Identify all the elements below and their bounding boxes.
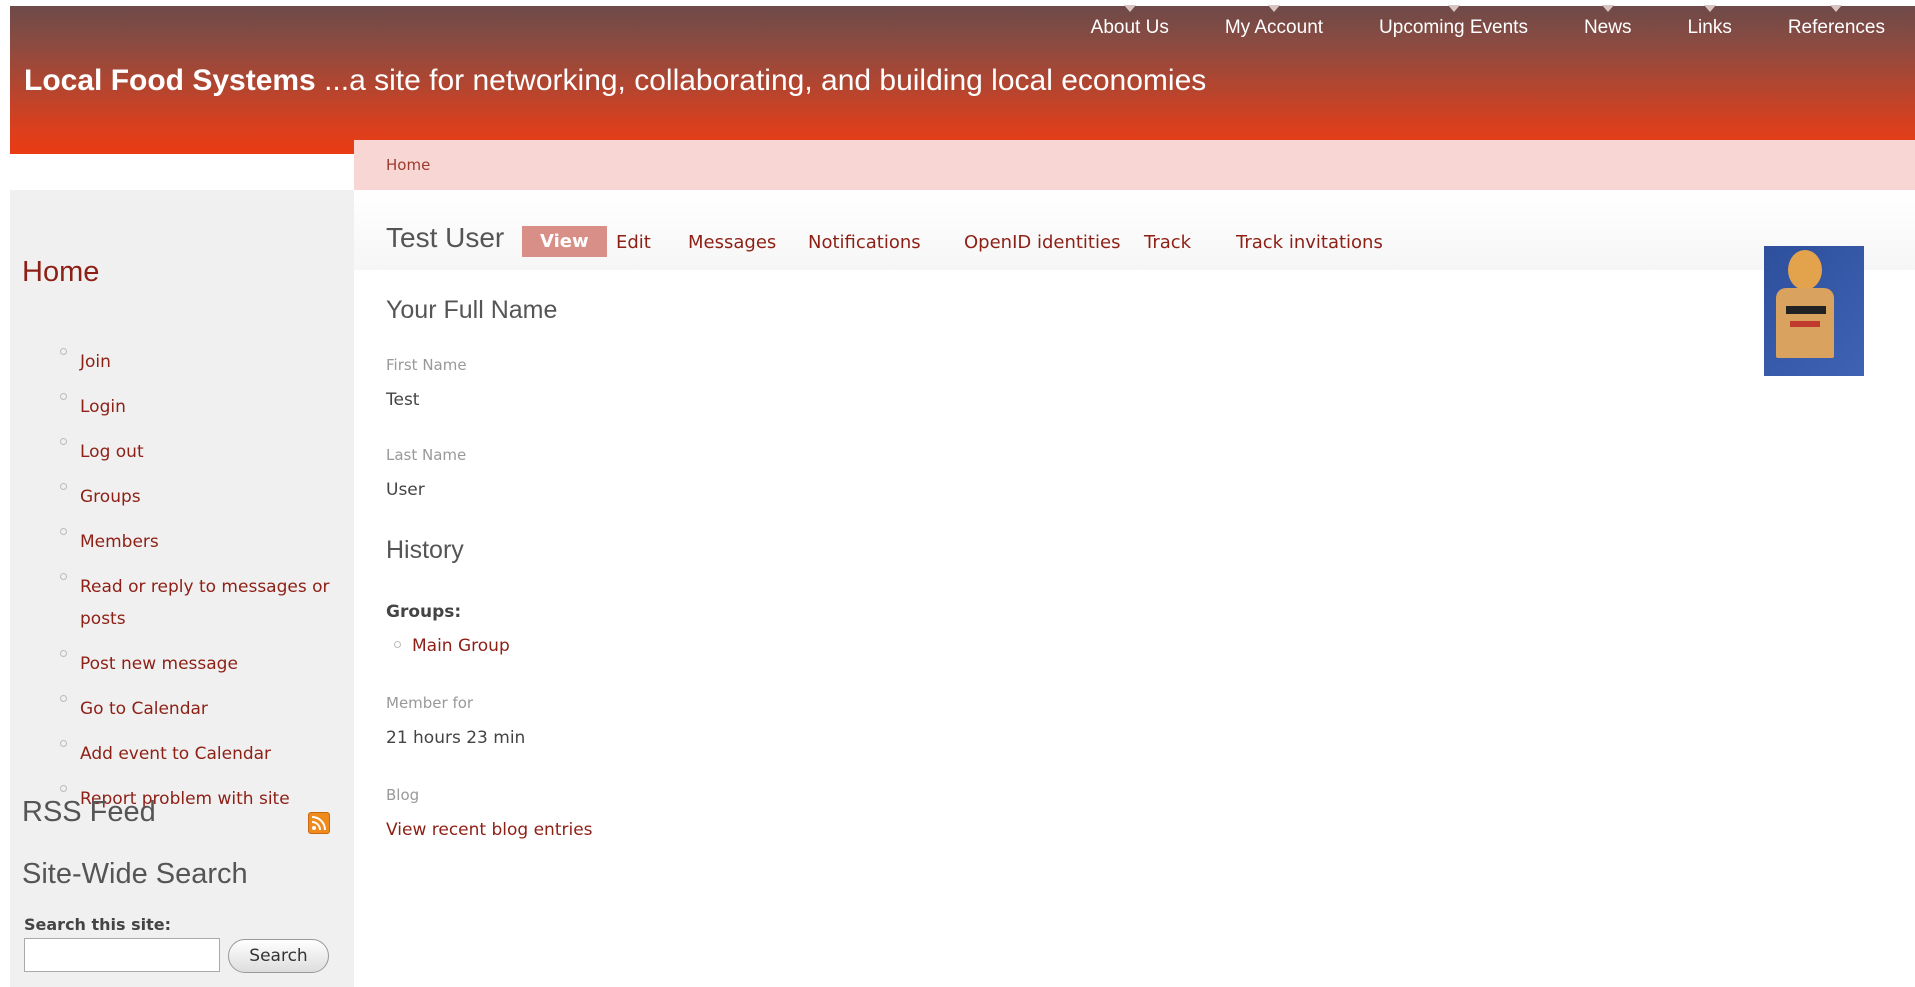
bullet-icon — [60, 740, 67, 747]
tab-messages[interactable]: Messages — [688, 232, 776, 253]
rss-icon[interactable] — [308, 812, 330, 834]
first-name-label: First Name — [386, 356, 467, 374]
nav-references[interactable]: References — [1787, 5, 1885, 39]
nav-links[interactable]: Links — [1687, 5, 1732, 39]
sidebar-item-post-message: Post new message — [46, 648, 336, 680]
nav-label: My Account — [1224, 17, 1324, 38]
tab-view[interactable]: View — [522, 226, 607, 257]
sidebar: Home Join Login Log out Groups Members R… — [10, 190, 354, 987]
groups-label: Groups: — [386, 602, 462, 622]
bullet-icon — [60, 573, 67, 580]
group-link-main-group[interactable]: Main Group — [412, 636, 510, 656]
sidebar-item-add-event: Add event to Calendar — [46, 738, 336, 770]
caret-icon — [1123, 5, 1136, 12]
nav-label: References — [1787, 17, 1885, 38]
nav-label: Upcoming Events — [1379, 17, 1528, 38]
bullet-icon — [394, 641, 401, 648]
bullet-icon — [60, 483, 67, 490]
avatar-stripe — [1786, 306, 1826, 314]
sidebar-link[interactable]: Go to Calendar — [80, 699, 208, 719]
nav-label: News — [1583, 17, 1632, 38]
member-for-value: 21 hours 23 min — [386, 728, 526, 748]
caret-icon — [1830, 5, 1843, 12]
sidebar-link[interactable]: Log out — [80, 442, 144, 462]
nav-my-account[interactable]: My Account — [1224, 5, 1324, 39]
nav-upcoming-events[interactable]: Upcoming Events — [1379, 5, 1528, 39]
last-name-label: Last Name — [386, 446, 467, 464]
blog-link[interactable]: View recent blog entries — [386, 820, 593, 840]
sidebar-item-join: Join — [46, 346, 336, 378]
bullet-icon — [60, 438, 67, 445]
member-for-label: Member for — [386, 694, 474, 712]
tab-openid-identities[interactable]: OpenID identities — [964, 232, 1120, 253]
rss-glyph — [311, 816, 326, 831]
tab-track-invitations[interactable]: Track invitations — [1236, 232, 1383, 253]
rss-feed-title: RSS Feed — [22, 796, 156, 828]
nav-label: Links — [1687, 17, 1732, 38]
sidebar-link[interactable]: Login — [80, 397, 126, 417]
tabs-bar: Test User View Edit Messages Notificatio… — [354, 190, 1915, 270]
site-search-title: Site-Wide Search — [22, 858, 248, 890]
nav-news[interactable]: News — [1583, 5, 1632, 39]
sidebar-item-calendar: Go to Calendar — [46, 693, 336, 725]
sidebar-link[interactable]: Read or reply to messages or posts — [80, 577, 330, 629]
site-tagline: ...a site for networking, collaborating,… — [324, 64, 1207, 97]
breadcrumb: Home — [354, 140, 1915, 191]
bullet-icon — [60, 785, 67, 792]
full-name-heading: Your Full Name — [386, 296, 558, 324]
bullet-icon — [60, 348, 67, 355]
page-title: Test User — [386, 222, 505, 253]
sidebar-title: Home — [22, 256, 100, 288]
last-name-value: User — [386, 480, 425, 500]
sidebar-item-read-reply: Read or reply to messages or posts — [46, 571, 336, 635]
bullet-icon — [60, 393, 67, 400]
tab-track[interactable]: Track — [1144, 232, 1191, 253]
search-input[interactable] — [24, 938, 220, 972]
history-heading: History — [386, 536, 464, 564]
site-name[interactable]: Local Food Systems — [24, 64, 316, 97]
site-header: About Us My Account Upcoming Events News… — [10, 5, 1915, 154]
avatar-head — [1788, 250, 1822, 290]
search-button[interactable]: Search — [228, 939, 329, 973]
first-name-value: Test — [386, 390, 420, 410]
sidebar-link[interactable]: Add event to Calendar — [80, 744, 271, 764]
sidebar-item-login: Login — [46, 391, 336, 423]
avatar-stripe — [1790, 321, 1820, 327]
sidebar-item-members: Members — [46, 526, 336, 558]
bullet-icon — [60, 528, 67, 535]
breadcrumb-home[interactable]: Home — [386, 156, 430, 174]
site-title: Local Food Systems ...a site for network… — [24, 64, 1206, 98]
nav-about-us[interactable]: About Us — [1090, 5, 1169, 39]
bullet-icon — [60, 650, 67, 657]
tab-edit[interactable]: Edit — [616, 232, 651, 253]
sidebar-link[interactable]: Join — [80, 352, 111, 372]
sidebar-item-log-out: Log out — [46, 436, 336, 468]
caret-icon — [1447, 5, 1460, 12]
main-content: Test User View Edit Messages Notificatio… — [354, 190, 1915, 987]
sidebar-link[interactable]: Groups — [80, 487, 141, 507]
top-navigation: About Us My Account Upcoming Events News… — [1090, 5, 1915, 50]
bullet-icon — [60, 695, 67, 702]
sidebar-link[interactable]: Post new message — [80, 654, 238, 674]
caret-icon — [1703, 5, 1716, 12]
sidebar-item-groups: Groups — [46, 481, 336, 513]
avatar — [1764, 246, 1864, 376]
tab-notifications[interactable]: Notifications — [808, 232, 921, 253]
search-label: Search this site: — [24, 915, 172, 934]
caret-icon — [1601, 5, 1614, 12]
sidebar-link[interactable]: Members — [80, 532, 159, 552]
sidebar-menu: Join Login Log out Groups Members Read o… — [46, 346, 336, 828]
nav-label: About Us — [1090, 17, 1169, 38]
caret-icon — [1267, 5, 1280, 12]
blog-label: Blog — [386, 786, 420, 804]
